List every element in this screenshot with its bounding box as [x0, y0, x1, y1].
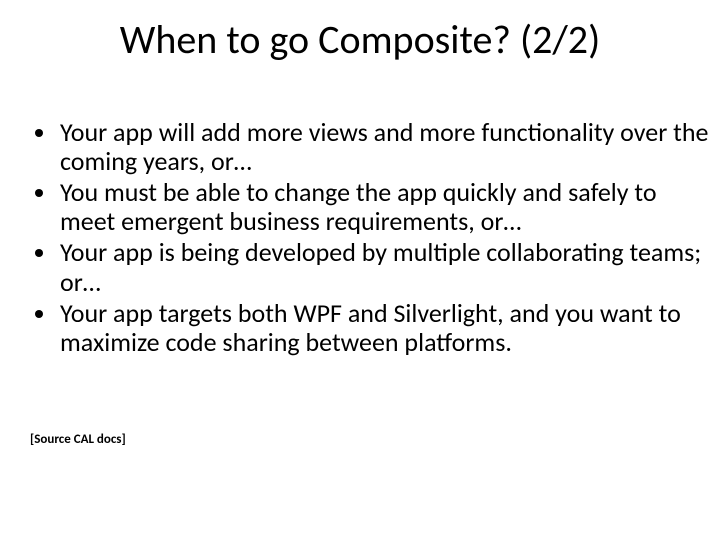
list-item: Your app is being developed by multiple …: [58, 238, 710, 296]
source-citation: [Source CAL docs]: [30, 432, 126, 447]
list-item: You must be able to change the app quick…: [58, 178, 710, 236]
bullet-list: Your app will add more views and more fu…: [30, 118, 710, 357]
list-item: Your app will add more views and more fu…: [58, 118, 710, 176]
slide-body: Your app will add more views and more fu…: [30, 118, 710, 359]
slide-title: When to go Composite? (2/2): [0, 18, 720, 62]
slide: When to go Composite? (2/2) Your app wil…: [0, 0, 720, 540]
list-item: Your app targets both WPF and Silverligh…: [58, 299, 710, 357]
